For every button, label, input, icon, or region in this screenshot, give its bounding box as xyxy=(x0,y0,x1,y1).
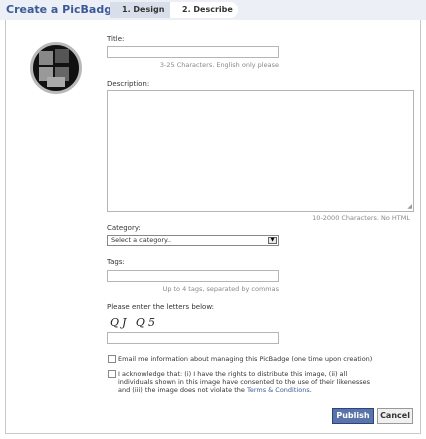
email-opt-in-checkbox[interactable] xyxy=(108,355,116,363)
tags-input[interactable] xyxy=(107,270,279,282)
publish-button[interactable]: Publish xyxy=(332,408,374,424)
acknowledge-label: I acknowledge that: (i) I have the right… xyxy=(118,370,380,394)
tags-label: Tags: xyxy=(107,258,125,266)
captcha-input[interactable] xyxy=(107,332,279,344)
description-textarea[interactable]: ◢ xyxy=(107,90,414,212)
acknowledge-end: . xyxy=(309,386,312,394)
page-title: Create a PicBadge xyxy=(6,3,120,16)
description-label: Description: xyxy=(107,80,150,88)
category-selected-value: Select a category.. xyxy=(111,236,172,244)
captcha-image: QJ Q5 xyxy=(110,316,158,329)
badge-preview-image xyxy=(30,42,82,94)
email-opt-in-label: Email me information about managing this… xyxy=(118,355,373,363)
tags-hint: Up to 4 tags, separated by commas xyxy=(162,285,279,293)
header-bar: Create a PicBadge 1. Design 2. Describe xyxy=(0,0,426,20)
step-design-tab[interactable]: 1. Design xyxy=(110,2,176,18)
title-hint: 3-25 Characters. English only please xyxy=(159,61,279,69)
photo-tile xyxy=(39,51,53,65)
description-hint: 10-2000 Characters. No HTML xyxy=(312,214,410,222)
photo-tile xyxy=(47,77,65,87)
cancel-button[interactable]: Cancel xyxy=(377,408,413,424)
chevron-down-icon[interactable]: ▼ xyxy=(268,237,277,244)
photo-tile xyxy=(55,49,69,63)
acknowledge-text: I acknowledge that: (i) I have the right… xyxy=(118,370,371,394)
terms-conditions-link[interactable]: Terms & Conditions xyxy=(247,386,310,394)
category-label: Category: xyxy=(107,224,141,232)
acknowledge-checkbox[interactable] xyxy=(108,370,116,378)
resize-handle-icon[interactable]: ◢ xyxy=(407,204,412,210)
title-label: Title: xyxy=(107,35,125,43)
title-input[interactable] xyxy=(107,46,279,58)
step-describe-tab[interactable]: 2. Describe xyxy=(170,2,238,18)
category-select[interactable]: Select a category.. ▼ xyxy=(107,235,279,246)
captcha-label: Please enter the letters below: xyxy=(107,303,215,311)
